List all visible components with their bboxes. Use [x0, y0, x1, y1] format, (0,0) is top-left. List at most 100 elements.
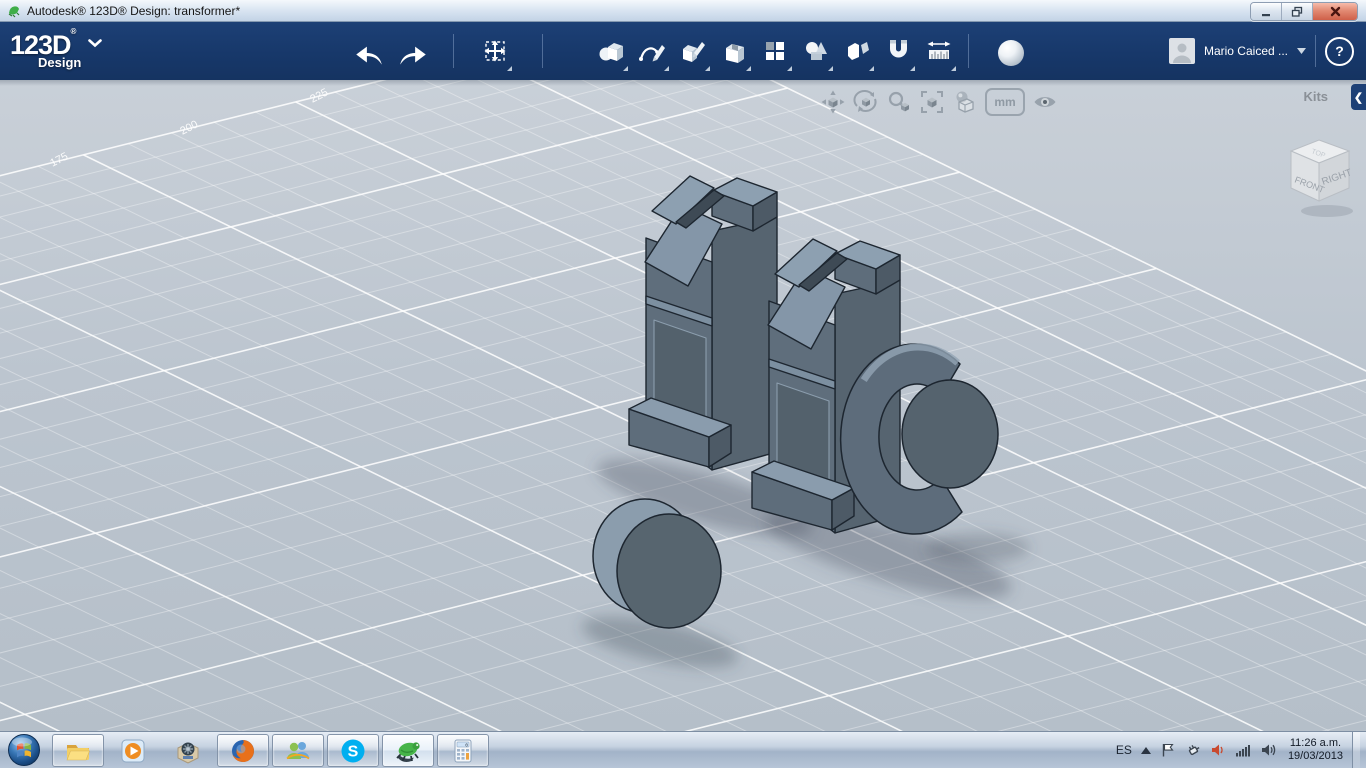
start-button[interactable]: [3, 733, 45, 767]
123d-design-icon: [396, 741, 420, 762]
app-window-icon: [8, 5, 20, 17]
snap-tool-button[interactable]: [881, 31, 915, 71]
user-name[interactable]: Mario Caiced ...: [1204, 44, 1288, 58]
taskbar-buttons: S 0: [52, 733, 489, 768]
window-title: Autodesk® 123D® Design: transformer*: [27, 3, 241, 18]
clamp-pin-cylinder[interactable]: [901, 379, 999, 489]
modify-icon: [726, 44, 744, 63]
restore-button[interactable]: [1282, 3, 1313, 20]
remove-hardware-plug-icon[interactable]: [1185, 742, 1201, 758]
messenger-buddies-icon: [286, 741, 310, 759]
taskbar-clock[interactable]: 11:26 a.m. 19/03/2013: [1288, 737, 1343, 763]
fit-view-icon: [921, 91, 943, 113]
sketch-tool-button[interactable]: [635, 31, 669, 71]
boxed-utility-icon: [177, 741, 199, 764]
material-ball-button[interactable]: [998, 40, 1024, 66]
view-navigation-bar: mm: [820, 88, 1058, 116]
primitives-tool-button[interactable]: [594, 31, 628, 71]
units-button[interactable]: mm: [985, 88, 1025, 116]
language-indicator[interactable]: ES: [1116, 743, 1132, 757]
clock-date: 19/03/2013: [1287, 750, 1343, 762]
minimize-icon: [1262, 13, 1270, 16]
transform-group: [478, 31, 512, 71]
action-center-flag-icon[interactable]: [1160, 742, 1176, 758]
combine-tool-button[interactable]: [799, 31, 833, 71]
measure-tool-button[interactable]: [922, 31, 956, 71]
pattern-tool-button[interactable]: [758, 31, 792, 71]
app-menu-chevron-icon[interactable]: [88, 39, 102, 48]
help-button[interactable]: ?: [1325, 36, 1354, 66]
folder-explorer-icon: [66, 744, 90, 760]
taskbar-windows-media-player[interactable]: [107, 734, 159, 767]
minimize-button[interactable]: [1251, 3, 1282, 20]
taskbar-messenger[interactable]: [272, 734, 324, 767]
display-settings-button[interactable]: [952, 89, 978, 115]
brand-logo[interactable]: 123D® Design: [10, 27, 81, 70]
model-c-clamp[interactable]: [839, 343, 999, 535]
visibility-button[interactable]: [1032, 89, 1058, 115]
audio-manager-speaker-icon[interactable]: [1210, 742, 1226, 758]
toolbar-separator: [1315, 35, 1316, 67]
taskbar-firefox[interactable]: [217, 734, 269, 767]
orbit-icon: [853, 89, 877, 112]
show-desktop-button[interactable]: [1352, 732, 1360, 768]
redo-button[interactable]: [396, 34, 430, 74]
taskbar-calculator[interactable]: 0: [437, 734, 489, 767]
zoom-button[interactable]: [886, 89, 912, 115]
kits-panel-label[interactable]: Kits: [1303, 89, 1328, 104]
window-controls: [1250, 2, 1358, 21]
taskbar-123d-design[interactable]: [382, 734, 434, 767]
kits-panel-collapse-tab[interactable]: ❮: [1351, 84, 1366, 110]
network-signal-icon[interactable]: [1235, 742, 1251, 758]
undo-icon: [356, 46, 382, 65]
svg-text:0: 0: [465, 742, 468, 748]
user-avatar[interactable]: [1168, 38, 1195, 64]
media-player-icon: [121, 739, 145, 762]
measure-ruler-icon: [927, 41, 951, 59]
toolbar-separator: [968, 34, 969, 68]
view-cube[interactable]: TOP FRONT RIGHT: [1281, 135, 1361, 221]
app-toolbar: 123D® Design Mario Caiced ... ?: [0, 22, 1366, 80]
show-hidden-icons-caret[interactable]: [1140, 746, 1151, 754]
redo-icon: [400, 46, 426, 65]
chevron-left-icon: ❮: [1353, 91, 1364, 104]
model-left-leg[interactable]: [628, 175, 778, 471]
pan-button[interactable]: [820, 89, 846, 115]
grouping-tool-button[interactable]: [840, 31, 874, 71]
account-area: Mario Caiced ... ?: [1168, 22, 1354, 80]
user-menu-caret-icon[interactable]: [1297, 48, 1306, 54]
modify-tool-button[interactable]: [717, 31, 751, 71]
construct-tool-button[interactable]: [676, 31, 710, 71]
orbit-button[interactable]: [853, 89, 879, 115]
taskbar-skype[interactable]: S: [327, 734, 379, 767]
history-group: [352, 34, 430, 74]
skype-icon: S: [341, 739, 365, 762]
scene: [0, 80, 1366, 731]
primitives-icon: [599, 43, 623, 61]
brand-product: Design: [38, 55, 82, 70]
close-icon: [1330, 6, 1340, 17]
window-title-bar[interactable]: Autodesk® 123D® Design: transformer*: [0, 0, 1366, 22]
combine-icon: [806, 42, 827, 60]
display-settings-icon: [956, 91, 974, 113]
modeling-viewport[interactable]: 175 200 225 mm Kits ❮ TOP FRONT RIGHT: [0, 80, 1366, 731]
toolbar-separator: [453, 34, 454, 68]
transform-tool-button[interactable]: [478, 31, 512, 71]
brand-registered-mark: ®: [70, 27, 77, 36]
pattern-icon: [766, 42, 784, 60]
close-button[interactable]: [1313, 3, 1357, 20]
clock-time: 11:26 a.m.: [1289, 737, 1342, 749]
fit-view-button[interactable]: [919, 89, 945, 115]
construct-icon: [683, 42, 705, 62]
snap-magnet-icon: [890, 40, 907, 58]
windows-taskbar: S 0 ES 11:26 a.m. 19/03/2013: [0, 731, 1366, 768]
volume-speaker-icon[interactable]: [1260, 742, 1277, 758]
taskbar-windows-explorer[interactable]: [52, 734, 104, 767]
undo-button[interactable]: [352, 34, 386, 74]
desktop: { "window": { "title": "Autodesk® 123D® …: [0, 0, 1366, 768]
calculator-icon: 0: [454, 739, 472, 762]
system-tray: ES 11:26 a.m. 19/03/2013: [1116, 732, 1360, 768]
taskbar-boxed-utility[interactable]: [162, 734, 214, 767]
transform-move-icon: [484, 40, 506, 62]
restore-icon: [1291, 6, 1303, 17]
